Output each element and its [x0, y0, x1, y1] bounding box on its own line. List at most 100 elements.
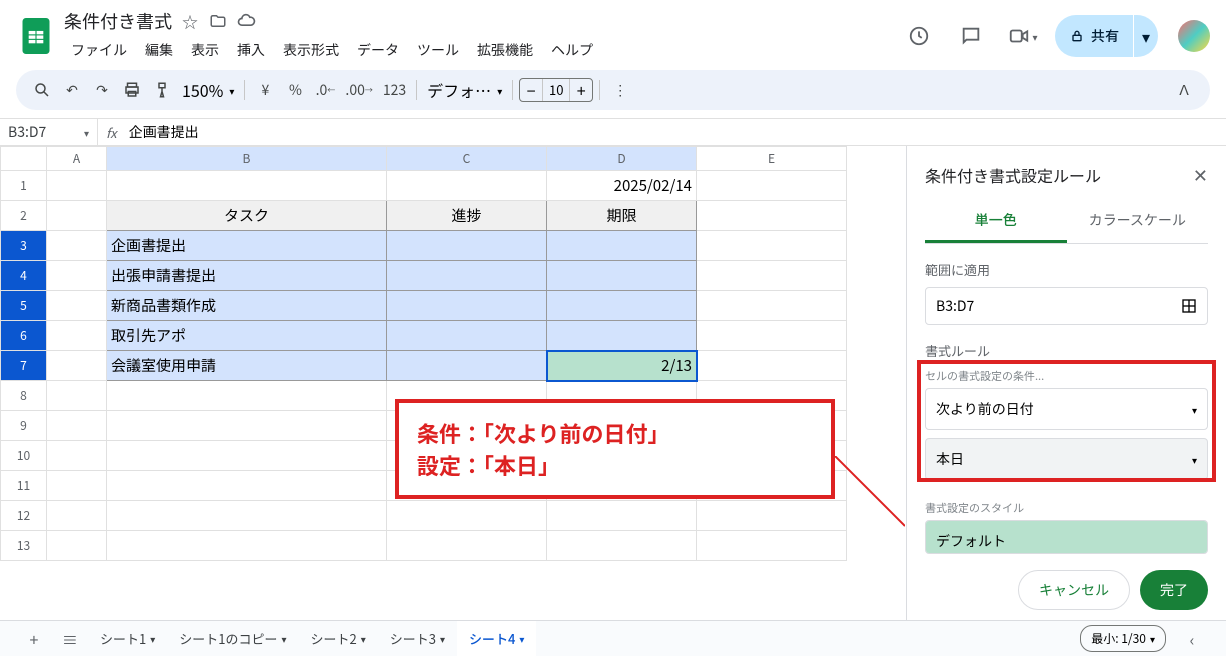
font-size-decrease[interactable]: −: [520, 79, 542, 101]
row-header-7[interactable]: 7: [1, 351, 47, 381]
sheet-tab-2[interactable]: シート1のコピー▾: [167, 621, 298, 656]
cell-b3[interactable]: 企画書提出: [107, 231, 387, 261]
undo-icon[interactable]: ↶: [58, 76, 86, 104]
tab-single-color[interactable]: 単一色: [925, 200, 1067, 243]
sheet-tab-4[interactable]: シート3▾: [378, 621, 457, 656]
spreadsheet-area[interactable]: A B C D E 1 2025/02/14 2 タスク進捗期限 3 企画書提出 4 出…: [0, 146, 906, 626]
menu-help[interactable]: ヘルプ: [544, 36, 600, 64]
sheet-tab-1[interactable]: シート1▾: [88, 621, 167, 656]
row-header-3[interactable]: 3: [1, 231, 47, 261]
redo-icon[interactable]: ↷: [88, 76, 116, 104]
cancel-button[interactable]: キャンセル: [1018, 570, 1130, 610]
star-icon[interactable]: ☆: [180, 11, 200, 31]
document-title[interactable]: 条件付き書式: [64, 8, 172, 34]
chevron-down-icon: ▾: [1192, 402, 1197, 417]
all-sheets-button[interactable]: ≡: [52, 621, 88, 657]
app-header: 条件付き書式 ☆ ファイル 編集 表示 挿入 表示形式 データ ツール 拡張機能…: [0, 0, 1226, 64]
menu-data[interactable]: データ: [350, 36, 406, 64]
row-header-6[interactable]: 6: [1, 321, 47, 351]
cell-d1[interactable]: 2025/02/14: [547, 171, 697, 201]
user-avatar[interactable]: [1178, 20, 1210, 52]
explore-button[interactable]: ‹: [1174, 621, 1210, 657]
style-preview[interactable]: デフォルト: [926, 521, 1207, 554]
sheets-logo-icon: [22, 18, 50, 54]
select-all-corner[interactable]: [1, 147, 47, 171]
row-header-1[interactable]: 1: [1, 171, 47, 201]
cell-b6[interactable]: 取引先アポ: [107, 321, 387, 351]
row-header-2[interactable]: 2: [1, 201, 47, 231]
menu-tools[interactable]: ツール: [410, 36, 466, 64]
row-header-8[interactable]: 8: [1, 381, 47, 411]
print-icon[interactable]: [118, 76, 146, 104]
col-header-b[interactable]: B: [107, 147, 387, 171]
currency-button[interactable]: ¥: [251, 76, 279, 104]
row-header-5[interactable]: 5: [1, 291, 47, 321]
move-folder-icon[interactable]: [208, 11, 228, 31]
cell-b5[interactable]: 新商品書類作成: [107, 291, 387, 321]
tab-color-scale[interactable]: カラースケール: [1067, 200, 1209, 243]
percent-button[interactable]: %: [281, 76, 309, 104]
panel-title: 条件付き書式設定ルール: [925, 163, 1101, 187]
condition-label: セルの書式設定の条件...: [925, 368, 1208, 384]
cell-c2[interactable]: 進捗: [387, 201, 547, 231]
zoom-dropdown[interactable]: 150%▾: [178, 78, 238, 102]
row-header-10[interactable]: 10: [1, 441, 47, 471]
condition-sub-select[interactable]: 本日 ▾: [925, 438, 1208, 480]
more-tools-icon[interactable]: ⋮: [606, 76, 634, 104]
condition-value: 次より前の日付: [936, 399, 1034, 419]
number-format-button[interactable]: 123: [379, 76, 410, 104]
font-size-value[interactable]: 10: [542, 79, 570, 101]
header-right: ▾ 共有 ▾: [899, 15, 1210, 57]
apply-range-input[interactable]: B3:D7: [925, 287, 1208, 325]
font-size-increase[interactable]: +: [570, 79, 592, 101]
add-sheet-button[interactable]: +: [16, 621, 52, 657]
style-box: デフォルト B I U S A▾ ▾: [925, 520, 1208, 554]
col-header-d[interactable]: D: [547, 147, 697, 171]
col-header-e[interactable]: E: [697, 147, 847, 171]
row-header-12[interactable]: 12: [1, 501, 47, 531]
sheets-logo[interactable]: [16, 16, 56, 56]
col-header-c[interactable]: C: [387, 147, 547, 171]
menu-file[interactable]: ファイル: [64, 36, 134, 64]
menu-insert[interactable]: 挿入: [230, 36, 272, 64]
title-area: 条件付き書式 ☆ ファイル 編集 表示 挿入 表示形式 データ ツール 拡張機能…: [64, 8, 899, 64]
share-dropdown-icon[interactable]: ▾: [1134, 15, 1158, 57]
cell-d2[interactable]: 期限: [547, 201, 697, 231]
condition-sub-value: 本日: [936, 449, 964, 469]
menu-extensions[interactable]: 拡張機能: [470, 36, 540, 64]
formula-input[interactable]: [125, 122, 1226, 142]
close-panel-icon[interactable]: ✕: [1193, 162, 1208, 188]
paint-format-icon[interactable]: [148, 76, 176, 104]
quick-calc[interactable]: 最小: 1/30▾: [1080, 625, 1166, 652]
font-family-dropdown[interactable]: デフォ…▾: [423, 78, 506, 102]
row-header-4[interactable]: 4: [1, 261, 47, 291]
name-box[interactable]: B3:D7▾: [0, 119, 98, 145]
font-name: デフォ…: [427, 78, 491, 102]
decimal-decrease-button[interactable]: .0←: [311, 76, 339, 104]
menu-format[interactable]: 表示形式: [276, 36, 346, 64]
collapse-toolbar-icon[interactable]: ᐱ: [1170, 76, 1198, 104]
range-grid-icon[interactable]: [1181, 298, 1197, 314]
done-button[interactable]: 完了: [1140, 570, 1208, 610]
chevron-down-icon: ▾: [1192, 452, 1197, 467]
row-header-11[interactable]: 11: [1, 471, 47, 501]
menu-view[interactable]: 表示: [184, 36, 226, 64]
sheet-tab-5[interactable]: シート4▾: [457, 621, 536, 656]
sheet-tab-3[interactable]: シート2▾: [299, 621, 378, 656]
row-header-13[interactable]: 13: [1, 531, 47, 561]
cell-d7[interactable]: 2/13: [547, 351, 697, 381]
cell-b7[interactable]: 会議室使用申請: [107, 351, 387, 381]
meet-icon[interactable]: ▾: [1003, 16, 1043, 56]
search-icon[interactable]: [28, 76, 56, 104]
cell-b4[interactable]: 出張申請書提出: [107, 261, 387, 291]
comment-icon[interactable]: [951, 16, 991, 56]
menu-edit[interactable]: 編集: [138, 36, 180, 64]
decimal-increase-button[interactable]: .00→: [341, 76, 376, 104]
cloud-status-icon[interactable]: [236, 11, 256, 31]
row-header-9[interactable]: 9: [1, 411, 47, 441]
col-header-a[interactable]: A: [47, 147, 107, 171]
history-icon[interactable]: [899, 16, 939, 56]
condition-select[interactable]: 次より前の日付 ▾: [925, 388, 1208, 430]
cell-b2[interactable]: タスク: [107, 201, 387, 231]
share-button[interactable]: 共有: [1055, 15, 1133, 57]
